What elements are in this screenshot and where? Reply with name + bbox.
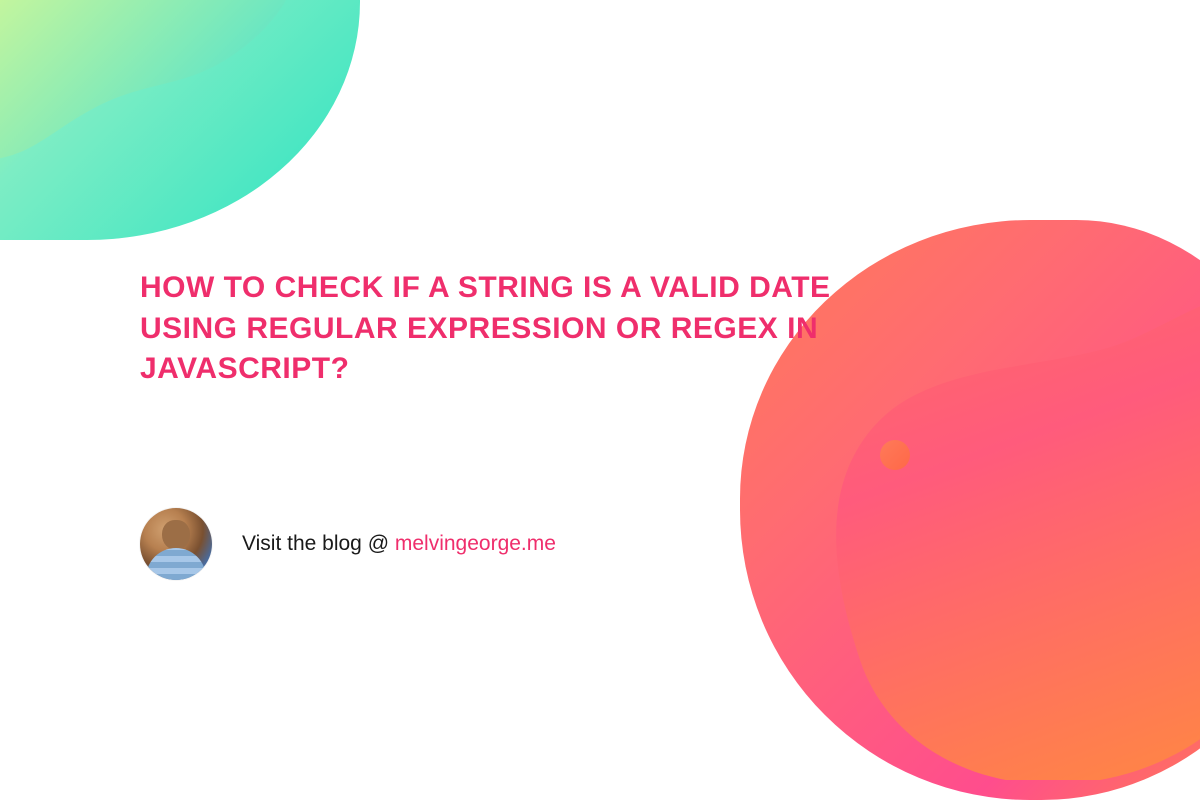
blog-link[interactable]: melvingeorge.me — [395, 532, 556, 555]
avatar — [140, 508, 212, 580]
visit-blog-text: Visit the blog @ melvingeorge.me — [242, 532, 556, 556]
decorative-dot — [880, 440, 910, 470]
page-title: HOW TO CHECK IF A STRING IS A VALID DATE… — [140, 268, 840, 390]
footer-row: Visit the blog @ melvingeorge.me — [140, 508, 556, 580]
visit-prefix: Visit the blog @ — [242, 532, 395, 555]
decorative-blob-top-left — [0, 0, 360, 240]
